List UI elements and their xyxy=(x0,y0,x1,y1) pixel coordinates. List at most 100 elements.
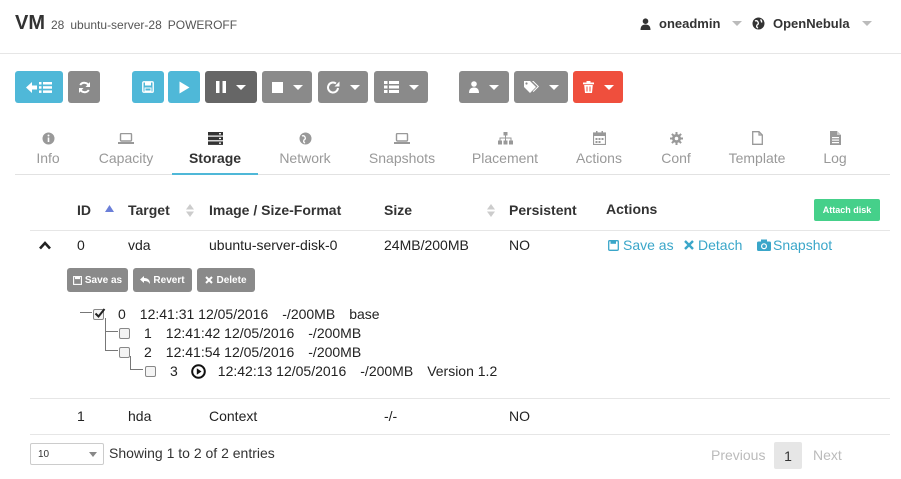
disk-size: 24MB/200MB xyxy=(384,237,469,253)
column-image[interactable]: Image / Size-Format xyxy=(209,202,341,218)
chevron-up-icon[interactable] xyxy=(39,241,51,250)
tab-label: Placement xyxy=(471,150,539,166)
chevron-down-icon xyxy=(408,84,419,90)
snapshot-checkbox[interactable] xyxy=(93,307,106,320)
snapshot-save-as-button[interactable]: Save as xyxy=(67,268,128,292)
tab-conf[interactable]: Conf xyxy=(656,130,696,174)
list-icon xyxy=(383,81,399,93)
chevron-down-icon xyxy=(489,84,499,90)
tab-snapshots[interactable]: Snapshots xyxy=(364,130,440,174)
disk-snapshot-link[interactable]: Snapshot xyxy=(757,237,832,253)
page-number-button[interactable]: 1 xyxy=(774,442,802,469)
snapshot-size: -/200MB xyxy=(360,363,414,379)
user-icon xyxy=(469,81,479,93)
tab-log[interactable]: Log xyxy=(816,130,854,174)
laptop-icon xyxy=(394,132,410,144)
snapshot-date: 12:41:54 12/05/2016 xyxy=(165,344,295,360)
column-target[interactable]: Target xyxy=(128,202,170,218)
back-button[interactable] xyxy=(15,71,63,103)
reply-icon xyxy=(140,276,151,284)
page-size-select[interactable]: 10 xyxy=(30,443,104,465)
globe-icon xyxy=(752,17,765,30)
delete-menu-button[interactable] xyxy=(573,71,623,103)
chevron-down-icon xyxy=(349,84,360,90)
stop-icon xyxy=(271,81,283,93)
chevron-down-icon xyxy=(603,84,614,90)
tab-placement[interactable]: Placement xyxy=(468,130,542,174)
sort-icon[interactable] xyxy=(487,204,495,217)
snapshot-checkbox[interactable] xyxy=(145,365,156,377)
close-icon xyxy=(684,240,694,250)
snapshot-size: -/200MB xyxy=(282,306,336,322)
play-button[interactable] xyxy=(168,71,200,103)
disk-target: vda xyxy=(128,237,151,253)
file-text-icon xyxy=(829,131,841,145)
pause-icon xyxy=(216,81,226,93)
snapshot-delete-button[interactable]: Delete xyxy=(197,268,255,292)
row-divider xyxy=(30,434,890,435)
tab-info[interactable]: Info xyxy=(28,130,68,174)
snapshot-id: 3 xyxy=(170,363,178,379)
tree-line xyxy=(105,318,106,350)
chevron-down-icon xyxy=(89,452,97,457)
info-icon xyxy=(42,132,54,144)
tab-template[interactable]: Template xyxy=(724,130,790,174)
labels-menu-button[interactable] xyxy=(514,71,568,103)
disk-target: hda xyxy=(128,408,152,424)
tab-label: Storage xyxy=(188,150,242,166)
user-menu[interactable]: oneadmin xyxy=(640,16,743,31)
snapshot-revert-button[interactable]: Revert xyxy=(133,268,192,292)
tabs-divider xyxy=(15,174,890,175)
sitemap-icon xyxy=(497,131,513,144)
owner-menu-button[interactable] xyxy=(459,71,509,103)
save-button[interactable] xyxy=(132,71,164,103)
column-persistent[interactable]: Persistent xyxy=(509,202,577,218)
save-icon xyxy=(142,81,154,93)
reboot-menu-button[interactable] xyxy=(318,71,368,103)
header-divider xyxy=(30,230,890,231)
tags-icon xyxy=(523,81,539,93)
snapshot-id: 1 xyxy=(144,325,152,341)
snapshot-name: Version 1.2 xyxy=(427,363,498,379)
disk-size: -/- xyxy=(384,408,398,424)
chevron-down-icon xyxy=(236,84,246,90)
refresh-button[interactable] xyxy=(68,71,100,103)
snapshot-checkbox[interactable] xyxy=(119,346,130,358)
snapshot-checkbox[interactable] xyxy=(119,327,130,339)
stop-menu-button[interactable] xyxy=(262,71,312,103)
tab-label: Info xyxy=(36,150,60,166)
back-list-icon xyxy=(26,81,52,93)
tree-line xyxy=(105,331,118,332)
disk-image: ubuntu-server-disk-0 xyxy=(209,237,338,253)
vm-state: POWEROFF xyxy=(167,18,238,32)
close-icon xyxy=(205,276,214,284)
vm-id: 28 xyxy=(51,18,65,32)
snapshot-id: 0 xyxy=(118,306,126,322)
next-page-button[interactable]: Next xyxy=(813,447,842,463)
user-name: oneadmin xyxy=(659,16,721,31)
chevron-down-icon xyxy=(861,21,872,26)
tab-label: Capacity xyxy=(98,150,154,166)
refresh-icon xyxy=(78,81,90,93)
sort-asc-icon[interactable] xyxy=(105,205,114,212)
column-size[interactable]: Size xyxy=(384,202,412,218)
attach-disk-button[interactable]: Attach disk xyxy=(814,199,880,221)
zone-menu[interactable]: OpenNebula xyxy=(752,16,872,31)
column-id[interactable]: ID xyxy=(77,202,91,218)
previous-page-button[interactable]: Previous xyxy=(711,447,765,463)
disk-save-as-link[interactable]: Save as xyxy=(608,237,674,253)
entries-info: Showing 1 to 2 of 2 entries xyxy=(109,445,275,461)
snapshot-date: 12:41:31 12/05/2016 xyxy=(139,306,269,322)
tab-capacity[interactable]: Capacity xyxy=(92,130,160,174)
sort-icon[interactable] xyxy=(186,204,194,217)
list-menu-button[interactable] xyxy=(374,71,428,103)
pause-menu-button[interactable] xyxy=(205,71,257,103)
snapshot-size: -/200MB xyxy=(308,325,362,341)
globe-icon xyxy=(299,132,311,144)
disk-detach-link[interactable]: Detach xyxy=(684,237,742,253)
snapshot-row: 3 12:42:13 12/05/2016 -/200MB Version 1.… xyxy=(145,363,497,379)
tab-network[interactable]: Network xyxy=(272,130,338,174)
tab-storage[interactable]: Storage xyxy=(182,130,248,174)
tab-actions[interactable]: Actions xyxy=(570,130,628,174)
disk-persistent: NO xyxy=(509,408,530,424)
